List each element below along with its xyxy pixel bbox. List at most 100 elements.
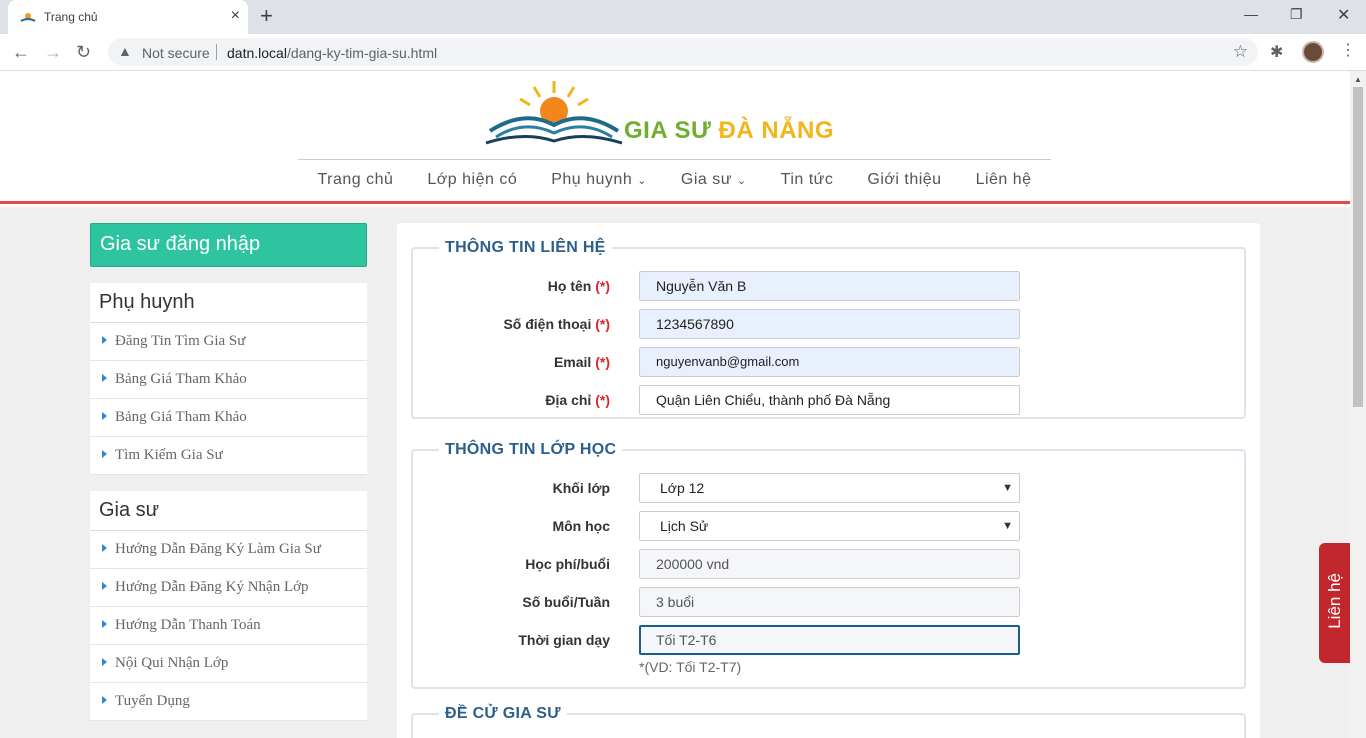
phone-label: Số điện thoại (*)	[503, 316, 610, 332]
site-header: GIA SƯ ĐÀ NẴNG Trang chủ Lớp hiện có Phụ…	[0, 71, 1350, 204]
browser-tabbar: Trang chủ × + — ❐ ✕	[0, 0, 1366, 34]
menu-dots-icon[interactable]: ⋮	[1340, 40, 1356, 60]
restore-icon[interactable]: ❐	[1290, 6, 1303, 23]
sidebar-item[interactable]: Nội Qui Nhận Lớp	[90, 645, 367, 683]
profile-avatar[interactable]	[1302, 41, 1324, 63]
page-scrollbar[interactable]: ▲	[1350, 71, 1366, 738]
recommend-fieldset: ĐỀ CỬ GIA SƯ	[411, 705, 1246, 738]
nav-item-gia-su[interactable]: Gia sư ⌄	[664, 171, 764, 189]
name-row: Họ tên (*) Nguyễn Văn B	[413, 271, 1248, 301]
required-mark: (*)	[595, 316, 610, 332]
address-label-text: Địa chỉ	[545, 392, 592, 408]
tutor-login-button[interactable]: Gia sư đăng nhập	[90, 223, 367, 267]
phone-input[interactable]: 1234567890	[639, 309, 1020, 339]
reload-icon[interactable]: ↻	[76, 42, 91, 62]
nav-item-lop-hien-co[interactable]: Lớp hiện có	[410, 171, 534, 189]
nav-item-lien-he[interactable]: Liên hệ	[959, 171, 1049, 189]
required-mark: (*)	[595, 354, 610, 370]
nav-item-gioi-thieu[interactable]: Giới thiệu	[850, 171, 958, 189]
caret-right-icon	[102, 620, 107, 628]
sidebar-item-label: Hướng Dẫn Đăng Ký Làm Gia Sư	[115, 541, 321, 557]
web-page: GIA SƯ ĐÀ NẴNG Trang chủ Lớp hiện có Phụ…	[0, 71, 1350, 738]
warning-icon[interactable]: ▲	[118, 43, 132, 59]
chevron-down-icon: ▼	[1002, 482, 1013, 494]
name-input[interactable]: Nguyễn Văn B	[639, 271, 1020, 301]
caret-right-icon	[102, 658, 107, 666]
logo-text-a: GIA SƯ	[624, 117, 719, 144]
email-label-text: Email	[553, 354, 592, 370]
url-text[interactable]: datn.local/dang-ky-tim-gia-su.html	[227, 45, 437, 61]
sessions-input[interactable]: 3 buổi	[639, 587, 1020, 617]
sidebar-item[interactable]: Hướng Dẫn Đăng Ký Làm Gia Sư	[90, 531, 367, 569]
scrollbar-thumb[interactable]	[1353, 87, 1363, 407]
caret-right-icon	[102, 696, 107, 704]
address-row: Địa chỉ (*) Quận Liên Chiểu, thành phố Đ…	[413, 385, 1248, 415]
email-input[interactable]: nguyenvanb@gmail.com	[639, 347, 1020, 377]
new-tab-icon[interactable]: +	[260, 5, 273, 27]
forward-icon[interactable]: →	[44, 42, 62, 62]
subject-row: Môn học Lịch Sử ▼	[413, 511, 1248, 541]
sidebar-item-label: Hướng Dẫn Thanh Toán	[115, 617, 261, 633]
floating-contact-button[interactable]: Liên hệ	[1319, 543, 1350, 663]
sidebar: Gia sư đăng nhập Phụ huynh Đăng Tin Tìm …	[90, 223, 367, 721]
grade-select-value: Lớp 12	[660, 480, 705, 496]
sidebar-item[interactable]: Bảng Giá Tham Khảo	[90, 361, 367, 399]
sessions-row: Số buổi/Tuần 3 buổi	[413, 587, 1248, 617]
browser-tab[interactable]: Trang chủ ×	[8, 0, 248, 34]
url-path: /dang-ky-tim-gia-su.html	[286, 45, 438, 61]
grade-select[interactable]: Lớp 12 ▼	[639, 473, 1020, 503]
sidebar-group-title: Phụ huynh	[90, 283, 367, 323]
sidebar-item[interactable]: Tìm Kiếm Gia Sư	[90, 437, 367, 475]
back-icon[interactable]: ←	[12, 42, 30, 62]
sidebar-item[interactable]: Hướng Dẫn Đăng Ký Nhận Lớp	[90, 569, 367, 607]
browser-toolbar: ← → ↻ ▲ Not secure datn.local/dang-ky-ti…	[0, 34, 1366, 71]
scroll-up-icon[interactable]: ▲	[1354, 75, 1362, 84]
subject-select-value: Lịch Sử	[660, 518, 709, 534]
contact-legend: THÔNG TIN LIÊN HỆ	[445, 239, 606, 256]
site-logo[interactable]: GIA SƯ ĐÀ NẴNG	[484, 79, 854, 151]
extensions-icon[interactable]: ✱	[1270, 42, 1283, 62]
sidebar-item[interactable]: Bảng Giá Tham Khảo	[90, 399, 367, 437]
main-nav: Trang chủ Lớp hiện có Phụ huynh ⌄ Gia sư…	[298, 171, 1051, 189]
sidebar-group-gia-su: Gia sư Hướng Dẫn Đăng Ký Làm Gia Sư Hướn…	[90, 491, 367, 721]
address-input[interactable]: Quận Liên Chiểu, thành phố Đà Nẵng	[639, 385, 1020, 415]
chevron-down-icon: ⌄	[637, 175, 647, 187]
caret-right-icon	[102, 374, 107, 382]
logo-text-b: ĐÀ NẴNG	[718, 117, 835, 144]
time-hint: *(VD: Tối T2-T7)	[639, 659, 742, 675]
tab-close-icon[interactable]: ×	[231, 8, 240, 24]
caret-right-icon	[102, 336, 107, 344]
address-label: Địa chỉ (*)	[545, 392, 610, 408]
logo-text: GIA SƯ ĐÀ NẴNG	[624, 117, 834, 145]
bookmark-star-icon[interactable]: ☆	[1233, 42, 1248, 62]
sidebar-item[interactable]: Hướng Dẫn Thanh Toán	[90, 607, 367, 645]
registration-form: THÔNG TIN LIÊN HỆ Họ tên (*) Nguyễn Văn …	[397, 223, 1260, 738]
name-label: Họ tên (*)	[548, 278, 610, 294]
nav-item-tin-tuc[interactable]: Tin tức	[764, 171, 851, 189]
nav-item-phu-huynh[interactable]: Phụ huynh ⌄	[534, 171, 664, 189]
fee-input[interactable]: 200000 vnd	[639, 549, 1020, 579]
chevron-down-icon: ⌄	[736, 175, 747, 187]
sidebar-item[interactable]: Tuyển Dụng	[90, 683, 367, 721]
caret-right-icon	[102, 544, 107, 552]
nav-divider	[298, 159, 1051, 160]
sidebar-group-phu-huynh: Phụ huynh Đăng Tin Tìm Gia Sư Bảng Giá T…	[90, 283, 367, 475]
minimize-icon[interactable]: —	[1244, 6, 1258, 22]
subject-select[interactable]: Lịch Sử ▼	[639, 511, 1020, 541]
sidebar-item[interactable]: Đăng Tin Tìm Gia Sư	[90, 323, 367, 361]
address-bar[interactable]: ▲ Not secure datn.local/dang-ky-tim-gia-…	[108, 38, 1258, 66]
caret-right-icon	[102, 412, 107, 420]
caret-right-icon	[102, 582, 107, 590]
chevron-down-icon: ▼	[1002, 520, 1013, 532]
time-label: Thời gian dạy	[518, 632, 610, 648]
contact-fieldset: THÔNG TIN LIÊN HỆ Họ tên (*) Nguyễn Văn …	[411, 239, 1246, 419]
site-favicon-icon	[20, 13, 36, 22]
sessions-label: Số buổi/Tuần	[522, 594, 610, 610]
nav-item-trang-chu[interactable]: Trang chủ	[300, 171, 410, 189]
page-content: Gia sư đăng nhập Phụ huynh Đăng Tin Tìm …	[0, 207, 1350, 738]
url-host: datn.local	[227, 45, 287, 61]
close-window-icon[interactable]: ✕	[1337, 5, 1350, 25]
not-secure-label[interactable]: Not secure	[142, 45, 210, 61]
sidebar-item-label: Bảng Giá Tham Khảo	[115, 409, 247, 425]
time-input[interactable]: Tối T2-T6	[639, 625, 1020, 655]
